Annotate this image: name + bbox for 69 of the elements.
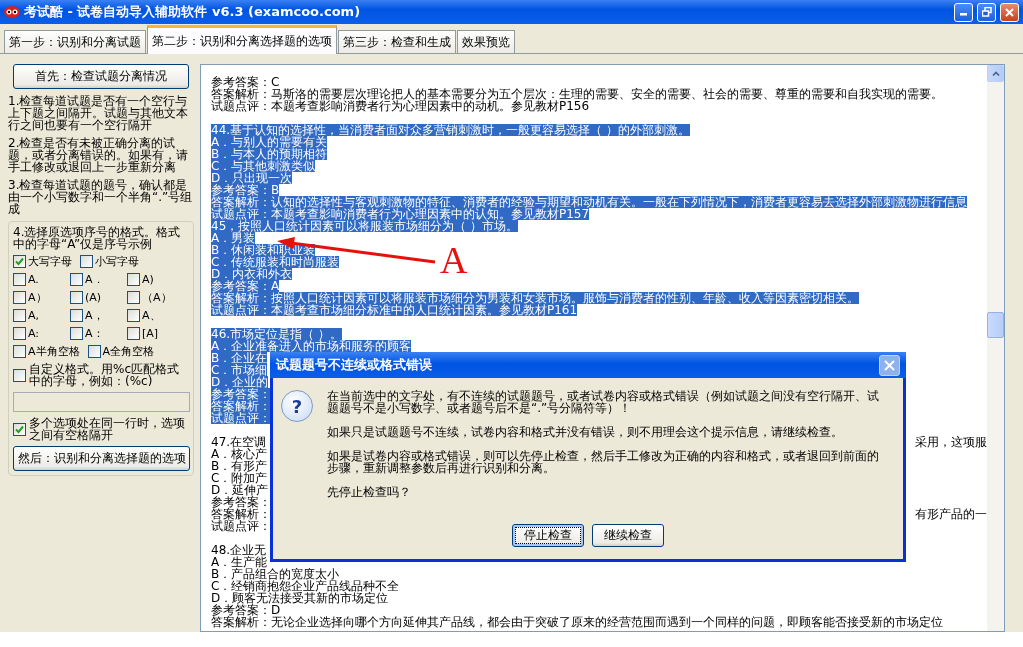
checkbox-label: (A)	[85, 291, 102, 304]
check-button[interactable]: 首先：检查试题分离情况	[13, 64, 189, 89]
app-logo-icon	[4, 6, 20, 18]
instruction-text: 3.检查每道试题的题号，确认都是由一个小写数字和一个半角“.”号组成	[8, 179, 194, 215]
checkbox[interactable]	[80, 255, 93, 268]
question-icon: ?	[281, 390, 313, 422]
tab[interactable]: 效果预览	[457, 30, 515, 53]
tab[interactable]: 第一步：识别和分离试题	[4, 30, 146, 53]
checkbox[interactable]	[13, 273, 26, 286]
scroll-up-icon[interactable]	[987, 65, 1004, 82]
checkbox-label: A.	[28, 273, 39, 286]
checkbox-label: A：	[85, 327, 104, 340]
checkbox-label: A全角空格	[102, 345, 155, 358]
dialog-title: 试题题号不连续或格式错误	[276, 356, 433, 374]
checkbox-label: A．	[85, 273, 104, 286]
checkbox[interactable]	[70, 291, 83, 304]
checkbox-label: （A）	[142, 291, 172, 304]
custom-format-field[interactable]	[13, 392, 190, 412]
checkbox-label: 自定义格式。用%c匹配格式中的字母，例如：(%c)	[29, 363, 180, 387]
dialog-message: 在当前选中的文字处，有不连续的试题题号，或者试卷内容或格式错误（例如试题之间没有空行隔开、试题题号不是小写数字、或者题号后不是“.”号分隔符等）！	[327, 390, 880, 414]
checkbox[interactable]	[13, 423, 26, 436]
checkbox[interactable]	[87, 345, 101, 358]
checkbox-label: 小写字母	[95, 255, 139, 268]
checkbox[interactable]	[70, 273, 83, 286]
minimize-button[interactable]	[954, 2, 973, 22]
dialog-message: 先停止检查吗？	[327, 486, 412, 498]
checkbox[interactable]	[13, 309, 26, 322]
checkbox[interactable]	[127, 273, 140, 286]
dialog-button[interactable]: 继续检查	[592, 524, 664, 547]
checkbox-label: A:	[28, 327, 40, 340]
restore-icon	[981, 7, 992, 17]
close-icon	[1005, 7, 1014, 17]
tab[interactable]: 第二步：识别和分离选择题的选项	[147, 25, 337, 54]
checkbox[interactable]	[13, 327, 26, 340]
separate-options-button[interactable]: 然后：识别和分离选择题的选项	[13, 446, 190, 471]
checkbox[interactable]	[13, 291, 26, 304]
checkbox-label: A、	[142, 309, 161, 322]
checkbox-label: A)	[142, 273, 154, 286]
checkbox-label: A半角空格	[28, 345, 80, 358]
instruction-text: 2.检查是否有未被正确分离的试题，或者分离错误的。如果有，请手工修改或退回上一步重新分离	[8, 137, 189, 173]
tab[interactable]: 第三步：检查和生成	[338, 30, 456, 53]
checkbox-label: A）	[28, 291, 47, 304]
checkbox-label: A，	[85, 309, 104, 322]
checkbox[interactable]	[127, 309, 140, 322]
scroll-thumb[interactable]	[987, 312, 1004, 338]
checkbox-label: 大写字母	[28, 255, 72, 268]
window-title: 考试酷 - 试卷自动导入辅助软件 v6.3 (examcoo.com)	[24, 3, 362, 21]
checkbox[interactable]	[127, 291, 140, 304]
dialog-message: 如果是试卷内容或格式错误，则可以先停止检查，然后手工修改为正确的内容和格式，或者退回到前面的步骤，重新调整参数后再进行识别和分离。	[327, 450, 880, 474]
restore-button[interactable]	[977, 2, 996, 22]
group-heading: 4.选择原选项序号的格式。格式中的字母“A”仅是序号示例	[13, 226, 182, 250]
close-icon	[884, 359, 895, 371]
scrollbar[interactable]	[987, 65, 1004, 631]
checkbox-label: 多个选项处在同一行时，选项之间有空格隔开	[29, 417, 186, 441]
checkbox[interactable]	[13, 369, 26, 382]
checkbox-label: [A]	[142, 327, 159, 340]
instruction-text: 1.检查每道试题是否有一个空行与上下题之间隔开。试题与其他文本行之间也要有一个空行隔开	[8, 95, 189, 131]
dialog-button[interactable]: 停止检查	[512, 524, 584, 547]
text-line: 采用，这项服	[915, 436, 987, 448]
checkbox-label: A,	[28, 309, 40, 322]
close-button[interactable]	[879, 354, 900, 376]
checkbox[interactable]	[127, 327, 140, 340]
annotation-label: A	[440, 240, 468, 280]
checkbox[interactable]	[13, 255, 26, 268]
dialog-message: 如果只是试题题号不连续，试卷内容和格式并没有错误，则不用理会这个提示信息，请继续检查。	[327, 426, 844, 438]
text-line: 有形产品的一	[915, 508, 987, 520]
checkbox[interactable]	[70, 327, 83, 340]
checkbox[interactable]	[13, 345, 26, 358]
checkbox[interactable]	[70, 309, 83, 322]
